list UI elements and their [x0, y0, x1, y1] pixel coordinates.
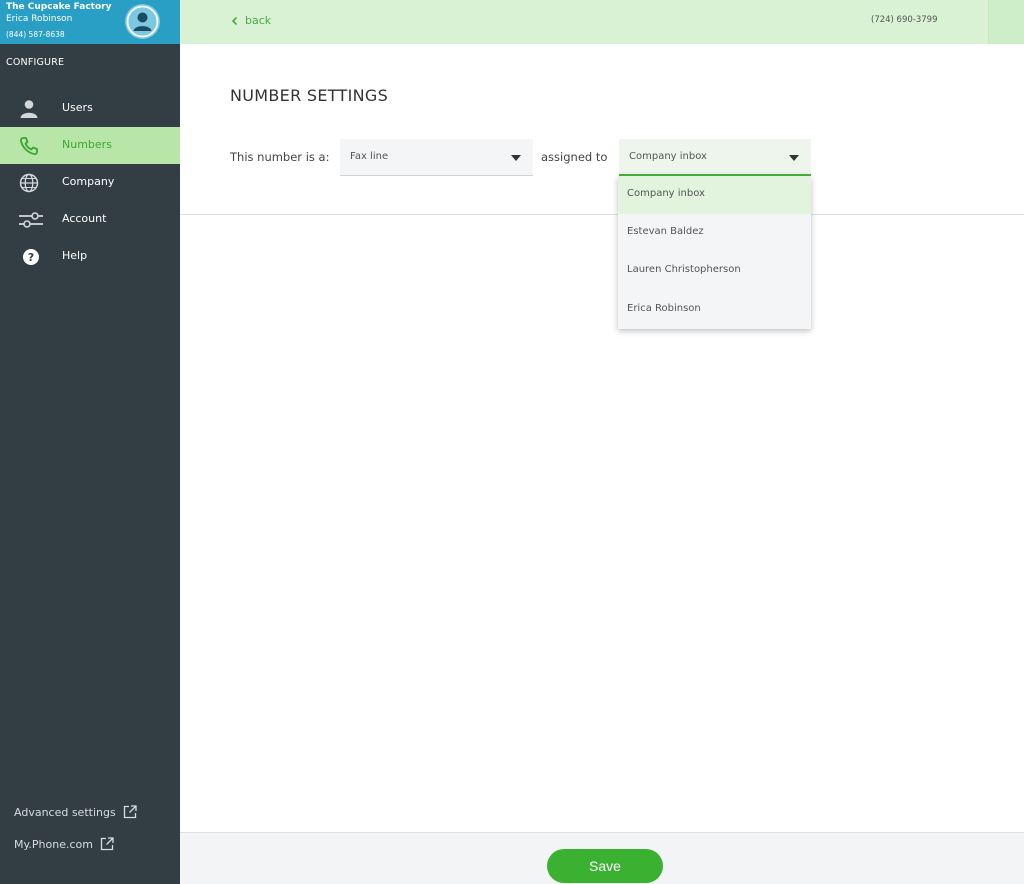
dropdown-option[interactable]: Estevan Baldez	[618, 214, 811, 252]
number-type-value: Fax line	[350, 151, 389, 162]
myphone-link[interactable]: My.Phone.com	[14, 836, 115, 852]
help-icon: ?	[23, 249, 39, 265]
chevron-left-icon	[231, 16, 238, 25]
back-label: back	[245, 14, 272, 27]
caret-down-icon	[511, 155, 521, 161]
assigned-to-select[interactable]: Company inbox	[619, 139, 811, 176]
top-bar: back (724) 690-3799	[180, 0, 1024, 44]
sidebar-item-label: Account	[62, 212, 107, 225]
advanced-settings-label: Advanced settings	[14, 805, 116, 819]
current-phone-number: (724) 690-3799	[871, 15, 938, 25]
sidebar-item-numbers[interactable]: Numbers	[0, 127, 180, 164]
sidebar-item-label: Help	[62, 249, 88, 262]
save-button[interactable]: Save	[547, 849, 663, 883]
sliders-icon	[19, 212, 43, 228]
globe-icon	[19, 173, 39, 193]
myphone-label: My.Phone.com	[14, 837, 93, 851]
footer-bar: Save	[180, 832, 1024, 884]
sidebar-item-label: Company	[62, 175, 115, 188]
user-icon	[20, 100, 38, 118]
dropdown-option-label: Lauren Christopherson	[627, 264, 741, 275]
assigned-to-value: Company inbox	[629, 151, 707, 162]
avatar[interactable]	[125, 4, 160, 39]
sidebar-item-label: Numbers	[62, 138, 112, 151]
dropdown-option-label: Estevan Baldez	[627, 226, 704, 237]
advanced-settings-link[interactable]: Advanced settings	[14, 804, 138, 820]
company-name: The Cupcake Factory	[6, 2, 112, 12]
user-name: Erica Robinson	[6, 14, 73, 24]
account-phone: (844) 587-8638	[6, 30, 65, 39]
section-divider	[180, 214, 1024, 215]
caret-down-icon	[789, 155, 799, 161]
assigned-to-dropdown: Company inbox Estevan Baldez Lauren Chri…	[618, 176, 811, 329]
phone-icon	[19, 137, 38, 156]
sidebar-item-account[interactable]: Account	[0, 201, 180, 238]
avatar-icon	[126, 5, 159, 38]
number-type-select[interactable]: Fax line	[340, 139, 533, 176]
page-title: NUMBER SETTINGS	[230, 86, 389, 105]
dropdown-option[interactable]: Lauren Christopherson	[618, 252, 811, 290]
sidebar-item-help[interactable]: ? Help	[0, 238, 180, 275]
dropdown-option-label: Company inbox	[627, 188, 705, 199]
topbar-right-panel	[988, 0, 1024, 44]
dropdown-option[interactable]: Erica Robinson	[618, 291, 811, 329]
number-type-label: This number is a:	[230, 150, 330, 164]
dropdown-option-label: Erica Robinson	[627, 303, 701, 314]
external-link-icon	[123, 805, 137, 819]
svg-text:?: ?	[28, 251, 34, 264]
back-link[interactable]: back	[231, 14, 271, 27]
sidebar-item-label: Users	[62, 101, 93, 114]
configure-section-label: CONFIGURE	[6, 57, 65, 68]
external-link-icon	[100, 837, 114, 851]
sidebar-item-company[interactable]: Company	[0, 164, 180, 201]
assigned-to-label: assigned to	[541, 150, 608, 164]
dropdown-option[interactable]: Company inbox	[618, 176, 811, 214]
account-header[interactable]: The Cupcake Factory Erica Robinson (844)…	[0, 0, 180, 44]
sidebar: The Cupcake Factory Erica Robinson (844)…	[0, 0, 180, 884]
sidebar-item-users[interactable]: Users	[0, 90, 180, 127]
